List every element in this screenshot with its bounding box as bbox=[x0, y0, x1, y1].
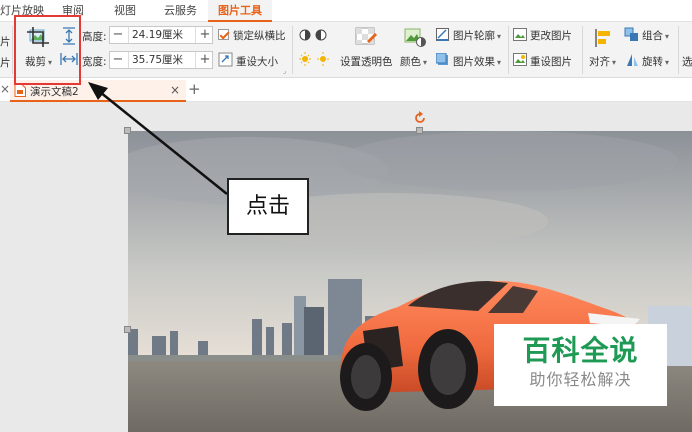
watermark: 百科全说 助你轻松解决 bbox=[494, 324, 667, 406]
callout-box: 点击 bbox=[227, 178, 309, 235]
watermark-subtitle: 助你轻松解决 bbox=[529, 370, 632, 389]
watermark-title: 百科全说 bbox=[522, 334, 639, 367]
